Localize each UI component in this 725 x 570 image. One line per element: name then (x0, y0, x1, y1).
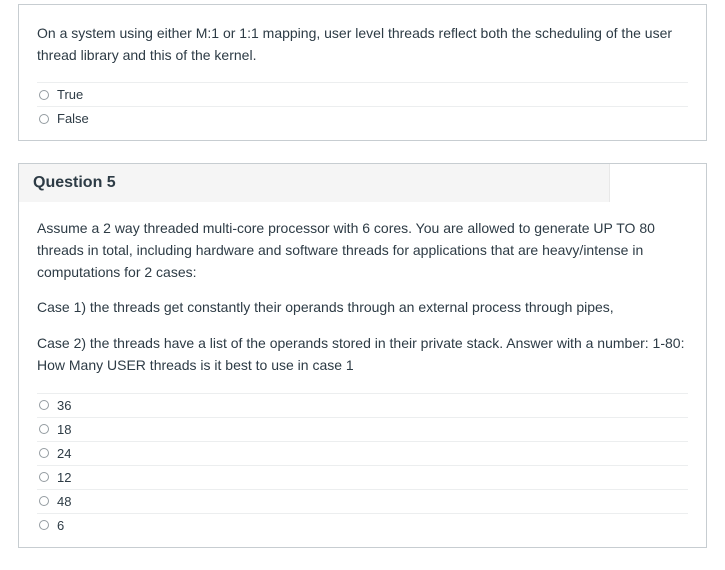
option-label: 24 (57, 446, 71, 461)
question-5-p2: Case 1) the threads get constantly their… (37, 297, 688, 319)
question-4-body: On a system using either M:1 or 1:1 mapp… (19, 5, 706, 140)
option-label: 48 (57, 494, 71, 509)
option-row[interactable]: 36 (37, 393, 688, 417)
question-4-prompt: On a system using either M:1 or 1:1 mapp… (37, 23, 688, 66)
option-row[interactable]: False (37, 106, 688, 130)
option-label: 36 (57, 398, 71, 413)
radio-icon[interactable] (39, 496, 49, 506)
question-4-options: True False (37, 82, 688, 130)
question-5-text: Assume a 2 way threaded multi-core proce… (37, 218, 688, 376)
option-label: 18 (57, 422, 71, 437)
question-5-header: Question 5 (19, 164, 610, 202)
option-label: False (57, 111, 89, 126)
option-row[interactable]: 24 (37, 441, 688, 465)
option-row[interactable]: 12 (37, 465, 688, 489)
radio-icon[interactable] (39, 472, 49, 482)
radio-icon[interactable] (39, 400, 49, 410)
option-label: 6 (57, 518, 64, 533)
radio-icon[interactable] (39, 520, 49, 530)
question-5-body: Assume a 2 way threaded multi-core proce… (19, 202, 706, 546)
radio-icon[interactable] (39, 114, 49, 124)
option-row[interactable]: 48 (37, 489, 688, 513)
question-5-card: Question 5 Assume a 2 way threaded multi… (18, 163, 707, 547)
option-row[interactable]: True (37, 82, 688, 106)
question-4-text: On a system using either M:1 or 1:1 mapp… (37, 23, 688, 66)
question-4-card: On a system using either M:1 or 1:1 mapp… (18, 4, 707, 141)
question-5-p3: Case 2) the threads have a list of the o… (37, 333, 688, 376)
radio-icon[interactable] (39, 448, 49, 458)
radio-icon[interactable] (39, 90, 49, 100)
question-5-p1: Assume a 2 way threaded multi-core proce… (37, 218, 688, 283)
radio-icon[interactable] (39, 424, 49, 434)
question-5-options: 36 18 24 12 48 6 (37, 393, 688, 537)
option-label: True (57, 87, 83, 102)
option-row[interactable]: 18 (37, 417, 688, 441)
option-label: 12 (57, 470, 71, 485)
option-row[interactable]: 6 (37, 513, 688, 537)
